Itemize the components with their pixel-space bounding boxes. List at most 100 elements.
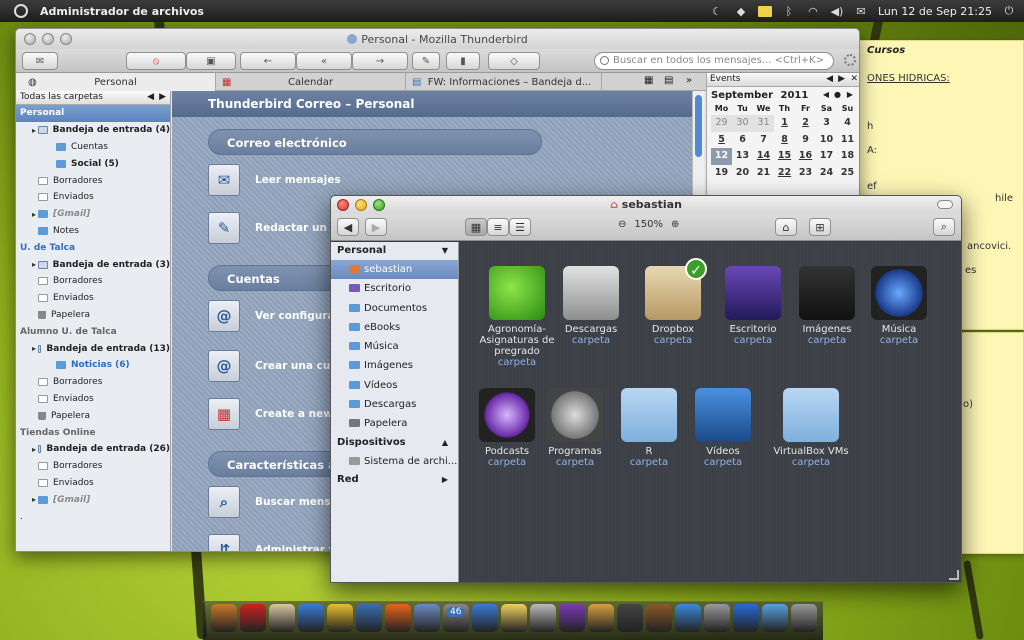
stop-button[interactable]: ⦸ [126, 52, 186, 70]
tab-calendar[interactable]: ▦ Calendar [216, 73, 406, 91]
ubuntu-logo-icon[interactable] [14, 4, 28, 18]
forward-button[interactable]: ▶ [365, 218, 387, 236]
tasks-icon[interactable]: ▤ [664, 75, 673, 86]
close-button[interactable] [337, 199, 349, 211]
folder-icon-item[interactable]: VirtualBox VMs carpeta [756, 388, 866, 468]
calendar-day[interactable]: 14 [753, 148, 774, 165]
sidebar-section[interactable]: Personal ▼ [331, 242, 458, 260]
folder-pane-header[interactable]: Todas las carpetas ◀ ▶ [16, 91, 170, 105]
sidebar-item[interactable]: Imágenes [331, 356, 458, 375]
sidebar-item[interactable]: Vídeos [331, 376, 458, 395]
folder-item[interactable]: Borradores [16, 374, 170, 391]
expand-twisty-icon[interactable]: ▸ [32, 495, 36, 504]
dock-app-icon[interactable] [240, 604, 266, 632]
folder-item[interactable]: Borradores [16, 172, 170, 189]
expand-twisty-icon[interactable]: ▸ [32, 126, 36, 135]
dropbox-icon[interactable]: ◆ [734, 4, 748, 18]
calendar-day[interactable]: 15 [774, 148, 795, 165]
sidebar-item[interactable]: Escritorio [331, 279, 458, 298]
calendar-day[interactable]: 7 [753, 132, 774, 149]
active-app-title[interactable]: Administrador de archivos [40, 5, 204, 18]
folder-item[interactable]: ▸ Bandeja de entrada (13) [16, 340, 170, 357]
zoom-out-icon[interactable]: ⊖ [618, 219, 626, 230]
folder-item[interactable]: Notes [16, 223, 170, 240]
dock-app-icon[interactable] [211, 604, 237, 632]
calendar-view-icon[interactable]: ▦ [644, 75, 653, 86]
wifi-icon[interactable]: ◠ [806, 4, 820, 18]
file-manager-titlebar[interactable]: ⌂ sebastian [331, 196, 961, 214]
bluetooth-icon[interactable]: ᛒ [782, 4, 796, 18]
folder-item[interactable]: ▸ Bandeja de entrada (26) [16, 441, 170, 458]
search-button[interactable]: ⌕ [933, 218, 955, 236]
calendar-day[interactable]: 11 [837, 132, 858, 149]
sticky-notes-icon[interactable] [757, 5, 772, 17]
dock-app-icon[interactable] [530, 604, 556, 632]
expand-twisty-icon[interactable]: ▸ [32, 445, 36, 454]
calendar-day[interactable]: 6 [732, 132, 753, 149]
mail-icon[interactable]: ✉ [854, 4, 868, 18]
dock-app-icon[interactable] [704, 604, 730, 632]
dock-app-icon[interactable] [675, 604, 701, 632]
month-today-icon[interactable]: ● [834, 90, 841, 99]
folder-item[interactable]: Enviados [16, 391, 170, 408]
dock-app-icon[interactable] [414, 604, 440, 632]
action-read-messages[interactable]: ✉ Leer mensajes [208, 163, 341, 197]
sidebar-section[interactable]: Red ▶ [331, 471, 458, 489]
archive-button[interactable]: ▣ [186, 52, 236, 70]
dock-app-icon[interactable] [298, 604, 324, 632]
resize-grip-icon[interactable] [949, 570, 959, 580]
calendar-day[interactable]: 31 [753, 115, 774, 132]
expand-twisty-icon[interactable]: ▸ [32, 344, 36, 353]
close-button[interactable] [24, 33, 36, 45]
folder-item[interactable]: ▸ [Gmail] [16, 206, 170, 223]
calendar-day[interactable]: 13 [732, 148, 753, 165]
calendar-day[interactable]: 12 [711, 148, 732, 165]
events-next-icon[interactable]: ▶ [838, 73, 845, 86]
action-view-settings[interactable]: @ Ver configura [208, 299, 334, 333]
thunderbird-titlebar[interactable]: Personal - Mozilla Thunderbird [16, 29, 859, 49]
maximize-button[interactable] [60, 33, 72, 45]
folder-item[interactable]: Cuentas [16, 139, 170, 156]
dock-app-icon[interactable] [646, 604, 672, 632]
back-button[interactable]: ◀ [337, 218, 359, 236]
forward-button[interactable]: → [352, 52, 408, 70]
folder-item[interactable]: Enviados [16, 290, 170, 307]
calendar-day[interactable]: 16 [795, 148, 816, 165]
folder-item[interactable]: Borradores [16, 458, 170, 475]
folder-item[interactable]: . [16, 508, 170, 525]
month-next-icon[interactable]: ▶ [847, 90, 853, 99]
list-view-button[interactable]: ≡ [487, 218, 509, 236]
dock-app-icon[interactable] [588, 604, 614, 632]
dock-app-icon[interactable] [385, 604, 411, 632]
sidebar-item[interactable]: eBooks [331, 318, 458, 337]
scrollbar-thumb[interactable] [695, 95, 702, 157]
calendar-day[interactable]: 8 [774, 132, 795, 149]
new-folder-button[interactable]: ⊞ [809, 218, 831, 236]
folder-item[interactable]: Noticias (6) [16, 357, 170, 374]
next-view-icon[interactable]: ▶ [159, 91, 166, 104]
moon-icon[interactable]: ☾ [710, 4, 724, 18]
calendar-day[interactable]: 10 [816, 132, 837, 149]
action-search[interactable]: ⌕ Buscar mensa [208, 485, 338, 519]
sidebar-item[interactable]: sebastian [331, 260, 458, 280]
compact-view-button[interactable]: ☰ [509, 218, 531, 236]
dock-app-icon[interactable] [762, 604, 788, 632]
tab-personal[interactable]: ◍ Personal [16, 73, 216, 91]
disclosure-icon[interactable]: ▼ [442, 242, 448, 260]
folder-item[interactable]: Papelera [16, 407, 170, 424]
dock-app-icon[interactable] [327, 604, 353, 632]
expand-twisty-icon[interactable]: ▸ [32, 260, 36, 269]
folder-item[interactable]: Enviados [16, 475, 170, 492]
icon-view-button[interactable]: ▦ [465, 218, 487, 236]
sidebar-item[interactable]: Sistema de archi... [331, 452, 458, 471]
calendar-day[interactable]: 19 [711, 165, 732, 182]
dock-app-icon[interactable]: 46 [443, 604, 469, 632]
calendar-day[interactable]: 1 [774, 115, 795, 132]
disclosure-icon[interactable]: ▲ [442, 434, 448, 452]
write-button[interactable]: ✎ [412, 52, 440, 70]
tag-button[interactable]: ◇ [488, 52, 540, 70]
maximize-button[interactable] [373, 199, 385, 211]
sidebar-item[interactable]: Descargas [331, 395, 458, 414]
calendar-day[interactable]: 22 [774, 165, 795, 182]
folder-item[interactable]: U. de Talca [16, 239, 170, 256]
